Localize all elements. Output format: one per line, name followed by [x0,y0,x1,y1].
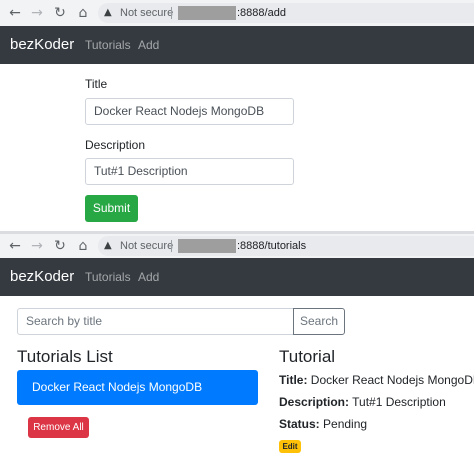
description-label: Description [85,138,146,152]
detail-description-value: Tut#1 Description [352,395,446,409]
nav-link-tutorials[interactable]: Tutorials [85,38,131,52]
address-separator [171,7,172,19]
security-label: Not secure [120,7,174,19]
warning-icon[interactable]: ▲ [104,236,112,256]
brand-link[interactable]: bezKoder [10,36,74,53]
navbar-add: bezKoder Tutorials Add [0,26,474,64]
reload-icon[interactable]: ↻ [51,4,69,22]
brand-link[interactable]: bezKoder [10,268,74,285]
detail-title-value: Docker React Nodejs MongoDB [310,373,474,387]
title-label: Title [85,77,108,91]
home-icon[interactable]: ⌂ [74,237,92,255]
security-label: Not secure [120,240,174,252]
home-icon[interactable]: ⌂ [74,4,92,22]
detail-status-value: Pending [323,417,368,431]
edit-badge[interactable]: Edit [279,440,301,453]
reload-icon[interactable]: ↻ [51,237,69,255]
tutorials-list-heading: Tutorials List [17,347,113,366]
nav-link-tutorials[interactable]: Tutorials [85,270,131,284]
warning-icon[interactable]: ▲ [104,3,112,23]
description-input[interactable]: Tut#1 Description [85,158,294,185]
redacted-host [178,6,236,20]
arrow-right-icon[interactable]: → [28,237,46,255]
remove-all-button[interactable]: Remove All [28,417,89,438]
detail-title-key: Title: [279,373,308,387]
url-text: :8888/tutorials [237,240,307,252]
list-item[interactable]: Docker React Nodejs MongoDB [17,370,258,405]
search-input[interactable]: Search by title [17,308,294,335]
nav-link-add[interactable]: Add [138,38,159,52]
title-input[interactable]: Docker React Nodejs MongoDB [85,98,294,125]
address-bar[interactable]: ▲ Not secure :8888/add [98,3,474,23]
detail-status-key: Status: [279,417,320,431]
detail-status: Status: Pending [279,417,367,431]
tutorial-detail-heading: Tutorial [279,347,336,366]
search-button[interactable]: Search [293,308,345,335]
arrow-right-icon[interactable]: → [28,4,46,22]
navbar-tutorials: bezKoder Tutorials Add [0,258,474,296]
nav-link-add[interactable]: Add [138,270,159,284]
detail-description: Description: Tut#1 Description [279,395,446,409]
address-bar[interactable]: ▲ Not secure :8888/tutorials [98,236,474,256]
arrow-left-icon[interactable]: ← [6,237,24,255]
url-text: :8888/add [237,7,286,19]
browser-toolbar-tutorials: ← → ↻ ⌂ ▲ Not secure :8888/tutorials [0,231,474,258]
arrow-left-icon[interactable]: ← [6,4,24,22]
redacted-host [178,239,236,253]
submit-button[interactable]: Submit [85,195,138,222]
address-separator [171,240,172,252]
detail-title: Title: Docker React Nodejs MongoDB [279,373,474,387]
detail-description-key: Description: [279,395,350,409]
browser-toolbar-add: ← → ↻ ⌂ ▲ Not secure :8888/add [0,0,474,26]
